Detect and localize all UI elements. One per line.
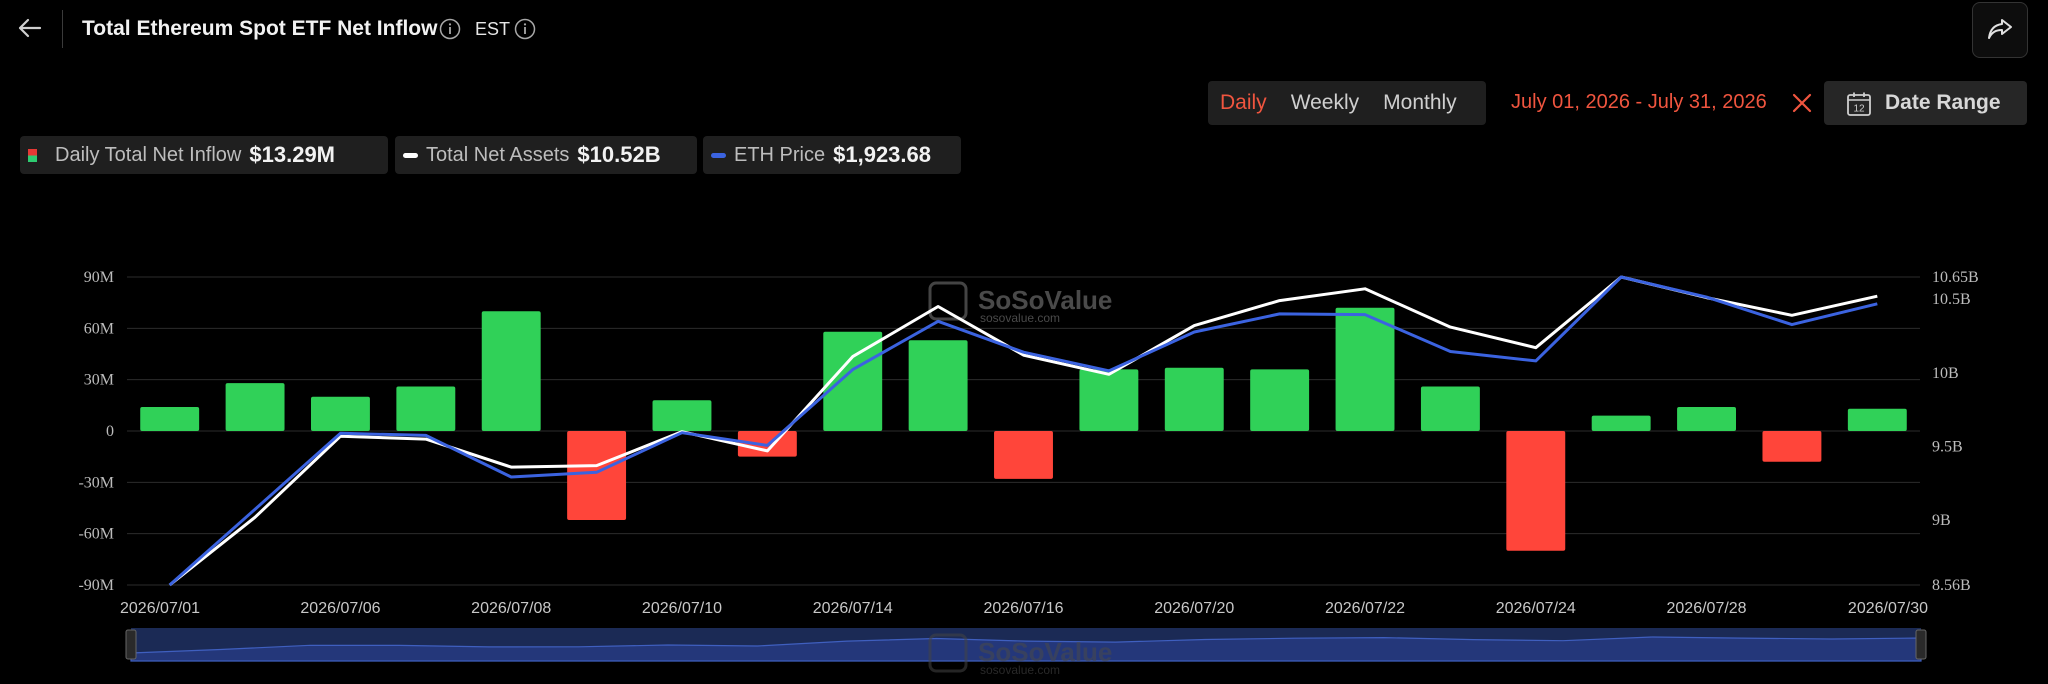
share-icon — [1988, 19, 2012, 39]
calendar-icon: 12 — [1847, 92, 1871, 116]
legend-price-value: $1,923.68 — [833, 142, 931, 167]
navigator-watermark: SoSoValue sosovalue.com — [928, 633, 1112, 677]
header-divider — [62, 10, 63, 48]
date-range-button[interactable]: 12 Date Range — [1824, 81, 2027, 125]
svg-text:sosovalue.com: sosovalue.com — [980, 663, 1060, 677]
inflow-bar[interactable] — [1250, 369, 1310, 431]
legend-price[interactable]: ETH Price $1,923.68 — [703, 136, 961, 174]
top-bar: Total Ethereum Spot ETF Net Inflow EST — [0, 0, 2048, 60]
inflow-swatch — [28, 148, 37, 162]
navigator-series-area — [130, 636, 1922, 662]
x-tick-label: 2026/07/08 — [471, 600, 551, 617]
y-right-tick-label: 10.5B — [1932, 291, 1971, 308]
x-tick-label: 2026/07/20 — [1154, 600, 1234, 617]
inflow-bar[interactable] — [567, 431, 627, 520]
inflow-bar[interactable] — [1164, 367, 1224, 431]
total-net-assets-line[interactable] — [168, 275, 1878, 587]
clear-date-icon[interactable] — [1790, 91, 1814, 115]
inflow-bar[interactable] — [140, 407, 200, 431]
inflow-bar[interactable] — [823, 331, 883, 431]
share-button[interactable] — [1972, 2, 2028, 58]
back-arrow-icon[interactable] — [14, 12, 46, 44]
svg-text:SoSoValue: SoSoValue — [978, 285, 1112, 315]
y-right-tick-label: 10.65B — [1932, 269, 1979, 286]
legend-inflow-label: Daily Total Net Inflow — [55, 143, 242, 166]
inflow-bar[interactable] — [1762, 431, 1822, 462]
svg-text:sosovalue.com: sosovalue.com — [980, 311, 1060, 325]
info-icon[interactable] — [439, 18, 461, 40]
y-left-tick-label: -30M — [78, 474, 114, 491]
period-monthly[interactable]: Monthly — [1371, 91, 1469, 115]
y-right-tick-label: 10B — [1932, 365, 1959, 382]
x-tick-label: 2026/07/22 — [1325, 600, 1405, 617]
y-left-tick-label: 90M — [84, 269, 114, 286]
inflow-bar[interactable] — [1591, 415, 1651, 431]
y-left-tick-label: 30M — [84, 372, 114, 389]
x-tick-label: 2026/07/06 — [300, 600, 380, 617]
inflow-bar[interactable] — [1420, 386, 1480, 431]
eth-price-line[interactable] — [168, 275, 1878, 587]
x-tick-label: 2026/07/16 — [983, 600, 1063, 617]
inflow-bar[interactable] — [481, 311, 541, 431]
y-left-tick-label: -60M — [78, 526, 114, 543]
y-left-tick-label: 0 — [106, 423, 114, 440]
inflow-bar[interactable] — [1335, 307, 1395, 431]
price-swatch — [711, 152, 726, 158]
inflow-bar[interactable] — [396, 386, 456, 431]
legend-assets-label: Total Net Assets — [426, 143, 570, 166]
legend-inflow[interactable]: Daily Total Net Inflow $13.29M — [20, 136, 388, 174]
legend-assets[interactable]: Total Net Assets $10.52B — [395, 136, 697, 174]
navigator-window[interactable] — [131, 628, 1921, 661]
legend-assets-value: $10.52B — [577, 142, 661, 167]
x-tick-label: 2026/07/30 — [1848, 600, 1928, 617]
y-left-tick-label: 60M — [84, 320, 114, 337]
inflow-bar[interactable] — [908, 340, 968, 431]
assets-swatch — [403, 152, 418, 158]
inflow-bar[interactable] — [1847, 408, 1907, 431]
inflow-bar[interactable] — [225, 383, 285, 431]
period-daily[interactable]: Daily — [1208, 91, 1279, 115]
date-range-label: Date Range — [1885, 91, 2001, 114]
x-tick-label: 2026/07/24 — [1496, 600, 1576, 617]
y-left-tick-label: -90M — [78, 577, 114, 594]
inflow-bar[interactable] — [737, 431, 797, 457]
navigator-handle[interactable] — [1915, 629, 1927, 660]
selected-date-range: July 01, 2026 - July 31, 2026 — [1511, 91, 1767, 113]
inflow-bar[interactable] — [1506, 431, 1566, 551]
y-right-tick-label: 9B — [1932, 512, 1951, 529]
range-navigator[interactable]: SoSoValue sosovalue.com — [125, 628, 1927, 677]
inflow-bar[interactable] — [310, 396, 370, 431]
period-selector: Daily Weekly Monthly — [1208, 81, 1486, 125]
timezone-label: EST — [475, 19, 511, 39]
period-weekly[interactable]: Weekly — [1279, 91, 1371, 115]
inflow-bar[interactable] — [1079, 369, 1139, 431]
watermark-logo: SoSoValue sosovalue.com — [928, 281, 1112, 325]
legend-inflow-value: $13.29M — [249, 142, 336, 167]
navigator-handle[interactable] — [125, 629, 137, 660]
x-tick-label: 2026/07/01 — [120, 600, 200, 617]
y-right-tick-label: 8.56B — [1932, 577, 1971, 594]
inflow-bar[interactable] — [1677, 407, 1737, 431]
page-title: Total Ethereum Spot ETF Net Inflow — [82, 17, 438, 40]
x-tick-label: 2026/07/10 — [642, 600, 722, 617]
y-right-tick-label: 9.5B — [1932, 438, 1963, 455]
inflow-bar[interactable] — [652, 400, 712, 431]
svg-text:12: 12 — [1853, 104, 1865, 115]
svg-text:SoSoValue: SoSoValue — [978, 637, 1112, 667]
x-tick-label: 2026/07/14 — [813, 600, 893, 617]
timezone-info-icon[interactable] — [514, 18, 536, 40]
inflow-bar[interactable] — [994, 431, 1053, 479]
x-tick-label: 2026/07/28 — [1667, 600, 1747, 617]
legend-price-label: ETH Price — [734, 143, 826, 166]
